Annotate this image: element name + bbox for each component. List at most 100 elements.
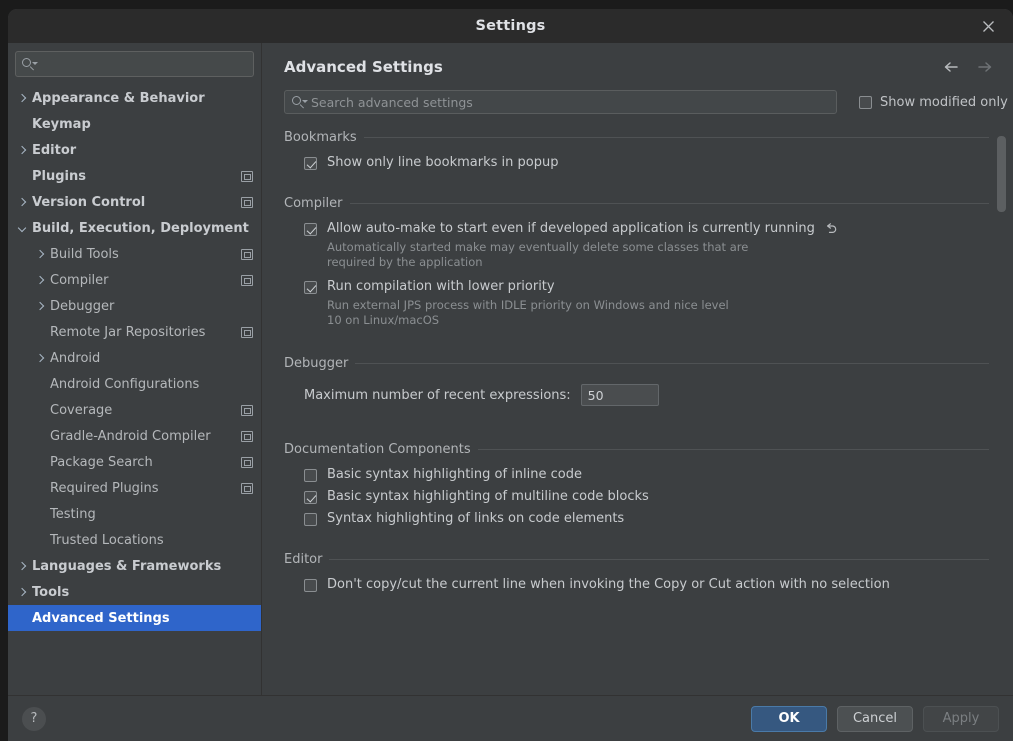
chevron-down-icon[interactable] [16,222,29,235]
sidebar-item-build-tools[interactable]: Build Tools [8,241,261,267]
setting-field-row: Maximum number of recent expressions: [284,374,989,416]
advanced-search-input[interactable] [309,93,829,111]
checkbox-box[interactable] [304,223,317,236]
settings-group: Bookmarks Show only line bookmarks in pop… [284,126,989,188]
sidebar-item-required-plugins[interactable]: Required Plugins [8,475,261,501]
ok-button[interactable]: OK [751,705,827,732]
apply-button: Apply [923,705,999,732]
setting-checkbox-row[interactable]: Syntax highlighting of links on code ele… [284,504,989,526]
setting-checkbox-row[interactable]: Don't copy/cut the current line when inv… [284,570,989,592]
sidebar-item-appearance-behavior[interactable]: Appearance & Behavior [8,85,261,111]
group-header: Documentation Components [284,438,989,460]
sidebar-item-debugger[interactable]: Debugger [8,293,261,319]
group-header: Editor [284,548,989,570]
advanced-search-field[interactable] [284,90,837,114]
group-header: Bookmarks [284,126,989,148]
search-icon [292,95,308,109]
sidebar-item-label: Appearance & Behavior [32,90,205,106]
help-button[interactable]: ? [22,706,46,731]
setting-checkbox-row[interactable]: Run compilation with lower priority [284,272,989,294]
sidebar-item-label: Required Plugins [50,480,159,496]
sidebar-item-label: Debugger [50,298,115,314]
revert-icon[interactable] [824,222,838,236]
checkbox-box[interactable] [304,579,317,592]
sidebar-item-label: Languages & Frameworks [32,558,222,574]
sidebar-search-field[interactable] [15,51,254,77]
sidebar-item-build-execution-deployment[interactable]: Build, Execution, Deployment [8,215,261,241]
sidebar-item-compiler[interactable]: Compiler [8,267,261,293]
chevron-right-icon[interactable] [16,586,29,599]
setting-label: Basic syntax highlighting of multiline c… [327,489,649,504]
advanced-search-row: Show modified only [284,90,1008,114]
chevron-right-icon[interactable] [16,144,29,157]
arrow-right-icon [978,62,992,72]
sidebar-item-coverage[interactable]: Coverage [8,397,261,423]
sidebar-item-tools[interactable]: Tools [8,579,261,605]
show-modified-only-label: Show modified only [880,94,1008,110]
sidebar-item-editor[interactable]: Editor [8,137,261,163]
chevron-right-icon[interactable] [34,274,47,287]
cancel-button[interactable]: Cancel [837,705,913,732]
sidebar-item-trusted-locations[interactable]: Trusted Locations [8,527,261,553]
setting-checkbox-row[interactable]: Basic syntax highlighting of multiline c… [284,482,989,504]
sidebar-item-version-control[interactable]: Version Control [8,189,261,215]
sidebar-search-input[interactable] [39,55,247,73]
group-divider [349,202,989,204]
checkbox-box[interactable] [304,513,317,526]
sidebar-item-languages-frameworks[interactable]: Languages & Frameworks [8,553,261,579]
dialog-body: Appearance & Behavior Keymap Editor Plugins… [8,43,1013,695]
settings-tree: Appearance & Behavior Keymap Editor Plugins… [8,83,261,695]
sidebar-item-label: Build Tools [50,246,119,262]
setting-description: Run external JPS process with IDLE prior… [327,298,729,327]
sidebar-item-plugins[interactable]: Plugins [8,163,261,189]
max-recent-expressions-input[interactable] [580,384,659,406]
settings-groups: Bookmarks Show only line bookmarks in pop… [284,126,989,610]
setting-checkbox-row[interactable]: Allow auto-make to start even if develop… [284,214,989,236]
sidebar-item-android-configurations[interactable]: Android Configurations [8,371,261,397]
chevron-right-icon[interactable] [16,196,29,209]
chevron-right-icon[interactable] [16,560,29,573]
sidebar-item-label: Compiler [50,272,109,288]
sidebar-item-label: Gradle-Android Compiler [50,428,211,444]
sidebar-item-testing[interactable]: Testing [8,501,261,527]
show-modified-only-checkbox[interactable]: Show modified only [859,95,1008,110]
arrow-left-icon[interactable] [941,57,961,77]
chevron-right-icon[interactable] [34,352,47,365]
sidebar-item-gradle-android-compiler[interactable]: Gradle-Android Compiler [8,423,261,449]
chevron-right-icon[interactable] [16,92,29,105]
settings-content: Advanced Settings Search advanced settin… [262,43,1013,695]
sidebar-item-package-search[interactable]: Package Search [8,449,261,475]
module-icon [241,274,253,286]
sidebar-item-label: Android [50,350,101,366]
setting-label: Show only line bookmarks in popup [327,155,559,170]
setting-checkbox-row[interactable]: Basic syntax highlighting of inline code [284,460,989,482]
setting-label: Syntax highlighting of links on code ele… [327,511,625,526]
module-icon [241,456,253,468]
scrollbar-track[interactable] [997,126,1006,695]
sidebar-search-container [8,43,261,83]
chevron-right-icon[interactable] [34,300,47,313]
sidebar-item-label: Trusted Locations [50,532,164,548]
group-title: Debugger [284,355,349,371]
close-icon[interactable] [971,9,1005,43]
sidebar-item-android[interactable]: Android [8,345,261,371]
search-icon [22,57,38,71]
setting-field-label: Maximum number of recent expressions: [304,387,571,403]
scrollbar-thumb[interactable] [997,136,1006,212]
checkbox-box[interactable] [304,491,317,504]
sidebar-item-keymap[interactable]: Keymap [8,111,261,137]
checkbox-box[interactable] [304,469,317,482]
setting-checkbox-row[interactable]: Show only line bookmarks in popup [284,148,989,170]
checkbox-box[interactable] [304,157,317,170]
content-header: Advanced Settings Search advanced settin… [262,43,1013,114]
chevron-right-icon[interactable] [34,248,47,261]
checkbox-box[interactable] [304,281,317,294]
sidebar-item-remote-jar-repositories[interactable]: Remote Jar Repositories [8,319,261,345]
sidebar-item-advanced-settings[interactable]: Advanced Settings [8,605,261,631]
setting-description: Automatically started make may eventuall… [327,240,749,269]
